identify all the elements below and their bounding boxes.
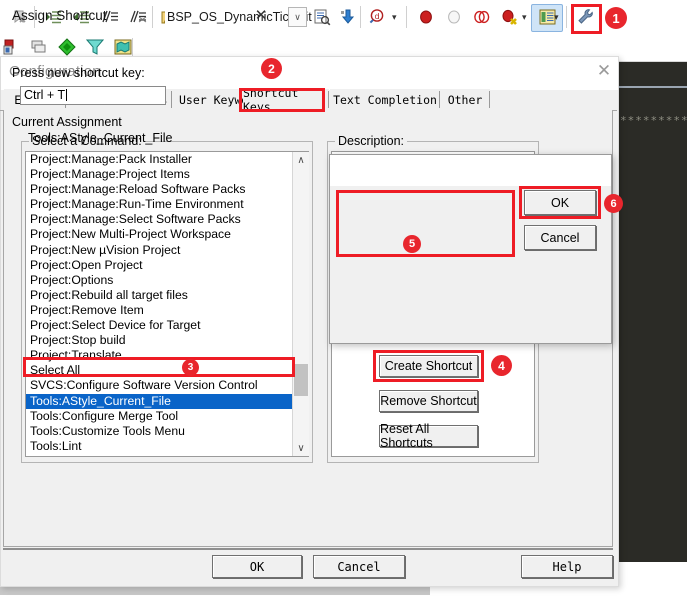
- list-item[interactable]: Project:Options: [26, 273, 308, 288]
- uncomment-lines-icon[interactable]: [126, 5, 150, 29]
- shortcut-key-value: Ctrl + T: [24, 88, 66, 102]
- green-diamond-icon[interactable]: [56, 36, 78, 58]
- assign-shortcut-titlebar[interactable]: [330, 155, 611, 186]
- tab-text-completion[interactable]: Text Completion: [330, 89, 440, 110]
- chevron-down-icon[interactable]: ▾: [554, 13, 563, 22]
- annotation-badge-1: 1: [605, 7, 627, 29]
- toolbar-separator: [406, 6, 407, 28]
- download-icon[interactable]: [336, 5, 360, 29]
- scrollbar-thumb[interactable]: [294, 364, 308, 396]
- chevron-down-icon[interactable]: ▾: [522, 13, 531, 22]
- chevron-down-icon[interactable]: ▾: [392, 13, 401, 22]
- toolbar-separator: [132, 38, 133, 58]
- list-item[interactable]: Project:Rebuild all target files: [26, 288, 308, 303]
- breakpoint-kill-all-icon[interactable]: [498, 5, 522, 29]
- editor-comment-stars: **********: [620, 114, 687, 127]
- annotation-badge-3: 3: [182, 359, 199, 376]
- copy-layers-icon[interactable]: [28, 36, 50, 58]
- window-bottom-strip: [0, 586, 430, 595]
- reset-all-shortcuts-button[interactable]: Reset All Shortcuts: [379, 422, 478, 450]
- list-item[interactable]: Select All: [26, 363, 308, 378]
- list-item[interactable]: Project:Manage:Reload Software Packs: [26, 182, 308, 197]
- list-item[interactable]: Tools:Customize Tools Menu: [26, 424, 308, 439]
- shortcut-key-input[interactable]: Ctrl + T: [20, 86, 166, 105]
- editor-top-divider: [617, 86, 687, 88]
- insert-marker-icon[interactable]: [1, 36, 23, 58]
- current-assignment-value: Tools:AStyle_Current_File: [28, 131, 173, 145]
- tab-other[interactable]: Other: [440, 89, 490, 110]
- tab-label: Text Completion: [333, 92, 437, 107]
- breakpoint-insert-icon[interactable]: [414, 5, 438, 29]
- scroll-down-icon[interactable]: ∨: [293, 440, 309, 456]
- footer-divider: [3, 548, 613, 550]
- selected-command-row[interactable]: Tools:AStyle_Current_File: [26, 393, 308, 409]
- list-item[interactable]: Project:Stop build: [26, 333, 308, 348]
- config-help-button[interactable]: Help: [521, 555, 613, 578]
- list-item[interactable]: Project:New Multi-Project Workspace: [26, 227, 308, 242]
- annotation-badge-5: 5: [403, 235, 421, 253]
- list-item[interactable]: Tools:Lint All C/C++ Source Files: [26, 454, 308, 456]
- assign-cancel-button[interactable]: Cancel: [524, 225, 596, 250]
- description-label: Description:: [335, 134, 407, 148]
- annotation-badge-2: 2: [261, 58, 282, 79]
- list-item[interactable]: Project:Translate: [26, 348, 308, 363]
- current-assignment-label: Current Assignment: [12, 115, 122, 129]
- list-item[interactable]: SVCS:Configure Software Version Control: [26, 378, 308, 393]
- code-editor-dark-area: [617, 62, 687, 562]
- config-ok-button[interactable]: OK: [212, 555, 302, 578]
- annotation-badge-4: 4: [491, 355, 512, 376]
- svg-text:d: d: [374, 12, 379, 21]
- tab-shortcut-keys[interactable]: Shortcut Keys: [243, 86, 329, 114]
- annotation-badge-6: 6: [604, 194, 623, 213]
- list-item[interactable]: Tools:Lint: [26, 439, 308, 454]
- list-item[interactable]: Project:Select Device for Target: [26, 318, 308, 333]
- close-icon[interactable]: ✕: [592, 60, 616, 82]
- list-item[interactable]: Project:Manage:Select Software Packs: [26, 212, 308, 227]
- remove-shortcut-button[interactable]: Remove Shortcut: [379, 390, 478, 412]
- toolbar-separator: [600, 6, 601, 28]
- text-caret: [66, 89, 68, 101]
- list-item[interactable]: Project:Manage:Run-Time Environment: [26, 197, 308, 212]
- close-icon[interactable]: ✕: [249, 5, 273, 26]
- configuration-wrench-icon[interactable]: [574, 5, 598, 29]
- build-output-icon[interactable]: [310, 5, 334, 29]
- tab-separator: [489, 91, 490, 108]
- toolbar-separator: [152, 6, 153, 28]
- toolbar-separator: [360, 6, 361, 28]
- breakpoint-disable-icon[interactable]: [442, 5, 466, 29]
- press-new-shortcut-key-label: Press new shortcut key:: [12, 66, 145, 80]
- command-list-scrollbar[interactable]: ∧ ∨: [292, 152, 309, 456]
- list-item[interactable]: Project:Open Project: [26, 258, 308, 273]
- toolbar-separator: [566, 6, 567, 28]
- scroll-up-icon[interactable]: ∧: [293, 152, 309, 168]
- create-shortcut-button[interactable]: Create Shortcut: [379, 355, 478, 377]
- config-cancel-button[interactable]: Cancel: [313, 555, 405, 578]
- tab-label: Other: [447, 92, 483, 107]
- filter-icon[interactable]: [84, 36, 106, 58]
- window-bottom-edge: [0, 595, 687, 599]
- chevron-down-icon[interactable]: ∨: [288, 7, 307, 27]
- list-item[interactable]: Project:Manage:Project Items: [26, 167, 308, 182]
- list-item[interactable]: Project:New µVision Project: [26, 243, 308, 258]
- assign-ok-button[interactable]: OK: [524, 190, 596, 215]
- memory-map-icon[interactable]: [112, 36, 134, 58]
- tab-separator: [328, 91, 329, 108]
- list-item[interactable]: Project:Remove Item: [26, 303, 308, 318]
- command-list[interactable]: Project:Manage:Pack Installer Project:Ma…: [25, 151, 309, 457]
- list-item[interactable]: Project:Manage:Pack Installer: [26, 152, 308, 167]
- find-in-files-icon[interactable]: d: [366, 5, 390, 29]
- assign-shortcut-title: Assign Shortcut: [12, 8, 107, 23]
- project-target-combo[interactable]: BSP_OS_DynamicTickInit: [165, 6, 312, 27]
- list-item[interactable]: Tools:Configure Merge Tool: [26, 409, 308, 424]
- breakpoint-disable-all-icon[interactable]: [470, 5, 494, 29]
